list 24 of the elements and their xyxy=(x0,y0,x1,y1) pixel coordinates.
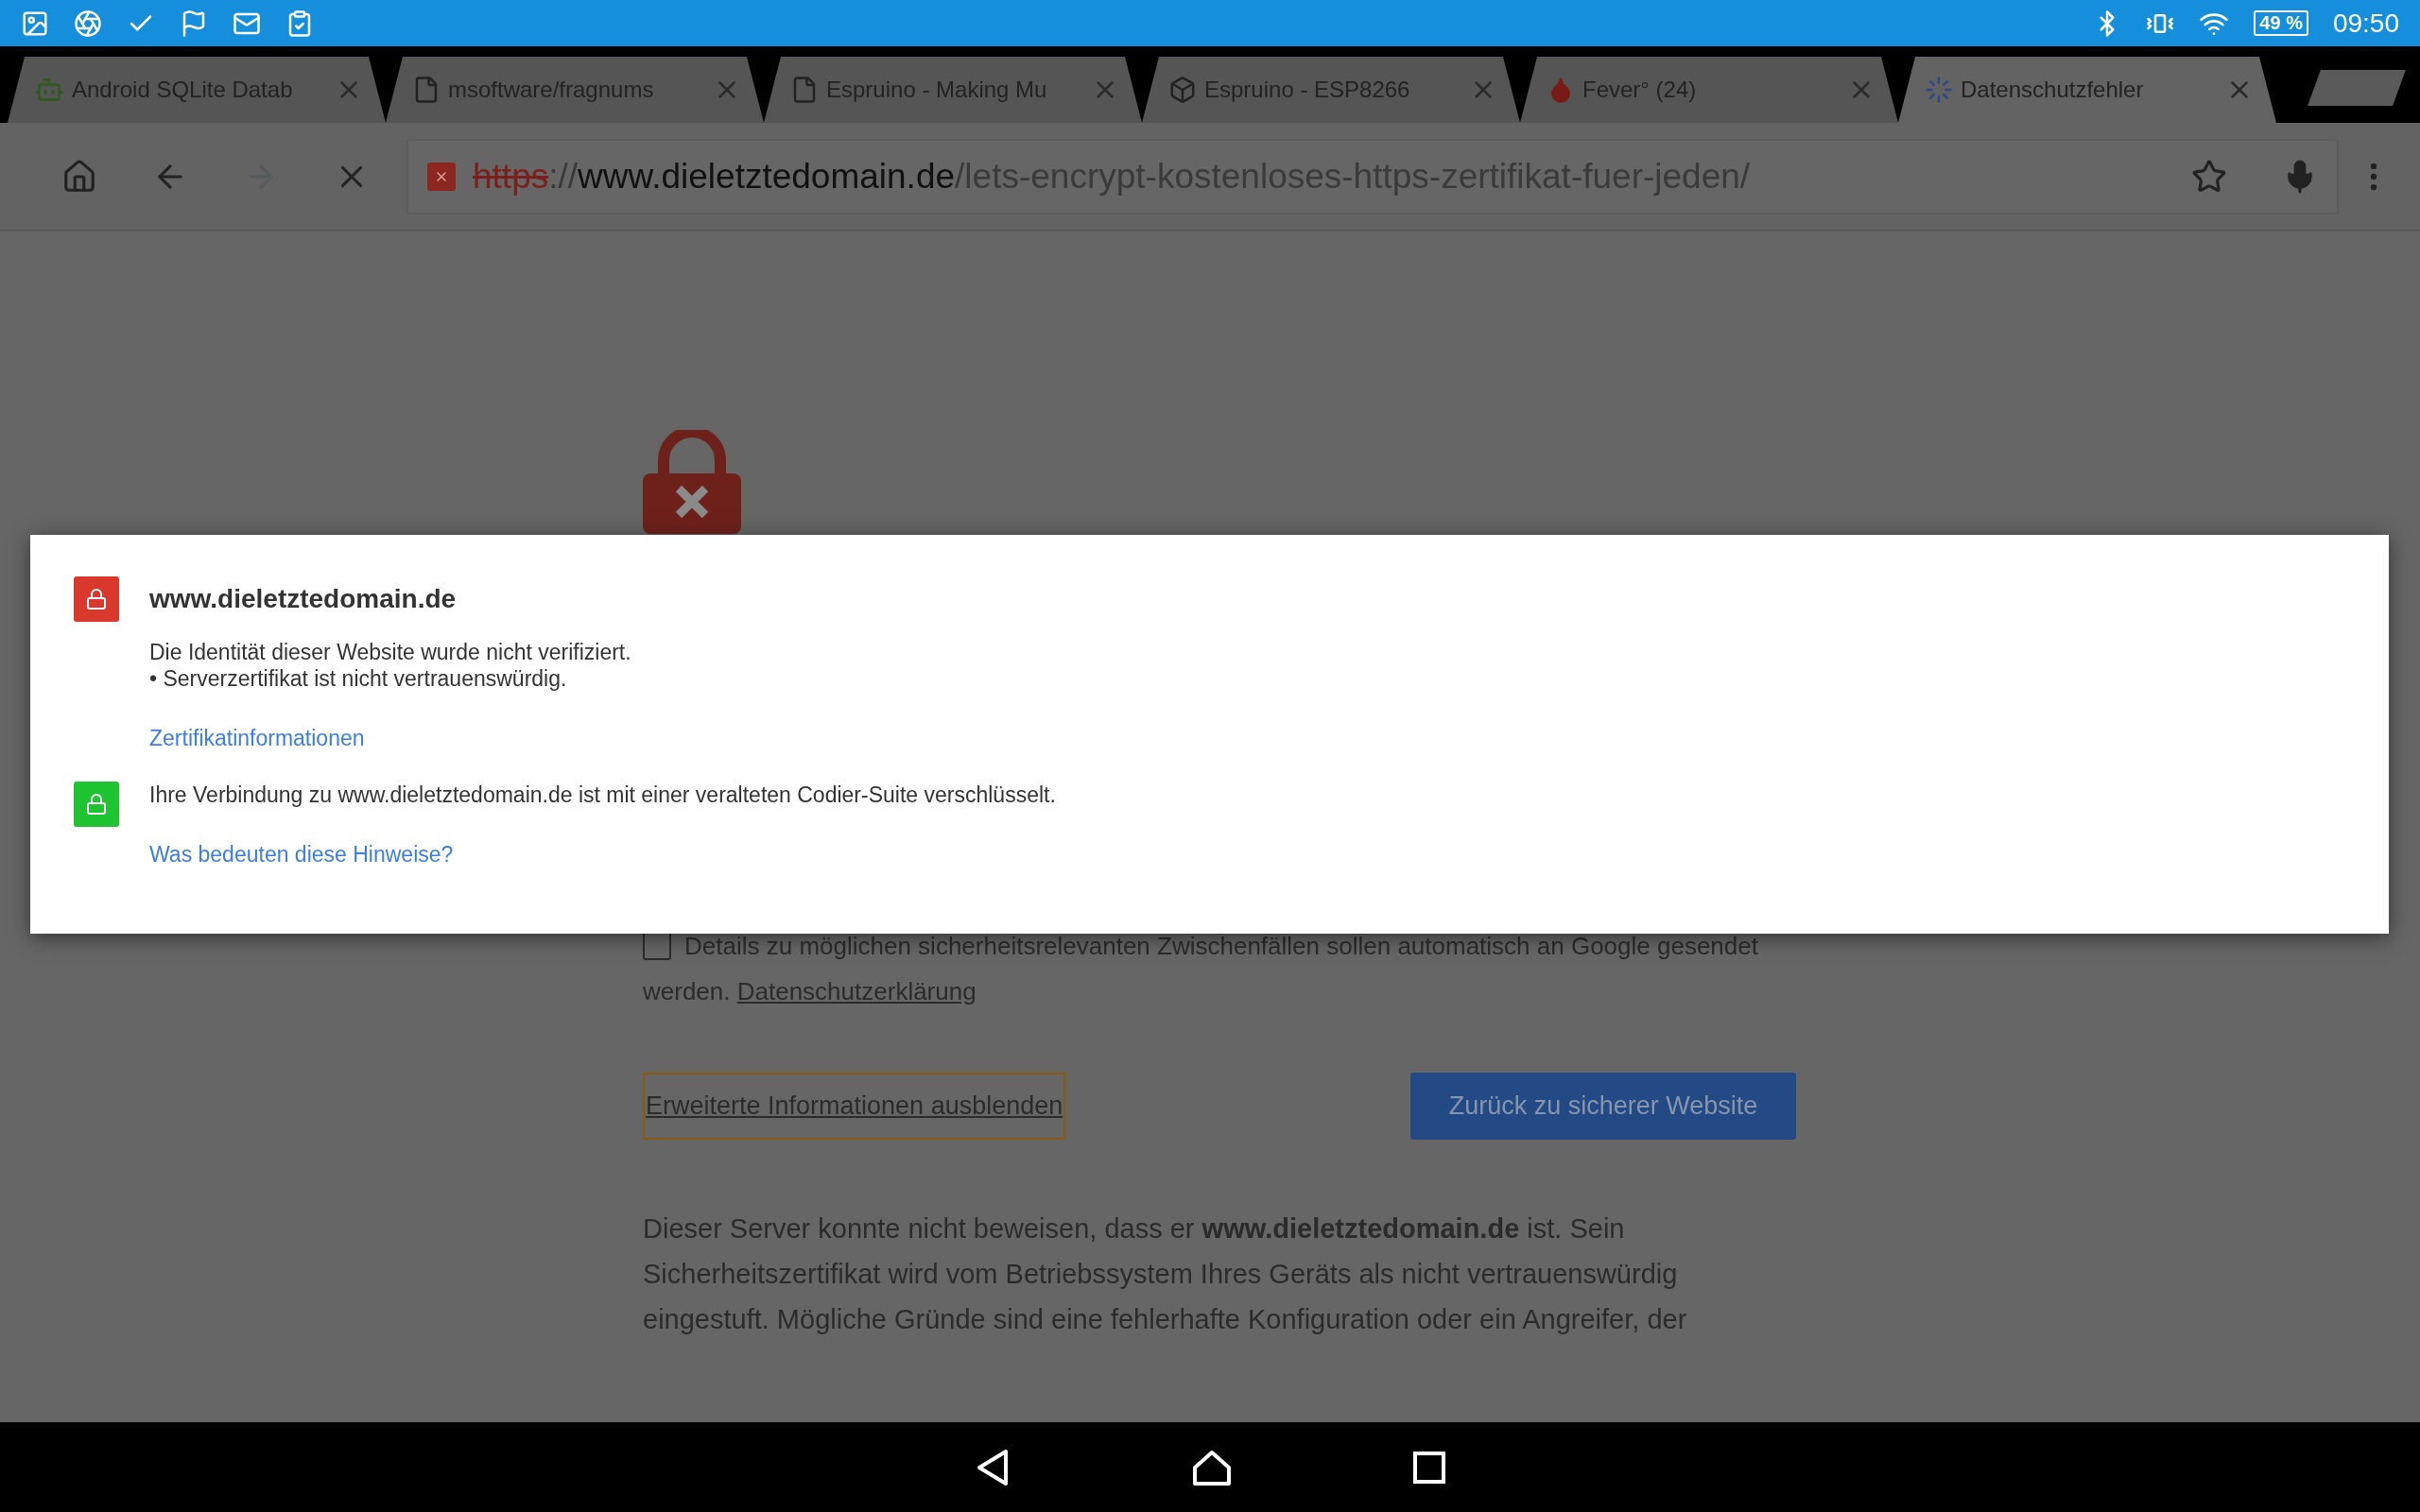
back-to-safety-button[interactable]: Zurück zu sicherer Website xyxy=(1410,1073,1796,1140)
lock-warning-icon xyxy=(427,162,456,191)
info-text: • Serverzertifikat ist nicht vertrauenswürdig. xyxy=(149,665,568,692)
clock-time: 09:50 xyxy=(2332,8,2399,39)
home-nav-icon[interactable] xyxy=(1191,1448,1233,1486)
info-link[interactable]: Zertifikatinformationen xyxy=(149,726,631,751)
info-link[interactable]: Was bedeuten diese Hinweise? xyxy=(149,842,1056,868)
tab-title: Datenschutzfehler xyxy=(1961,77,2145,103)
explanation-paragraph: Dieser Server konnte nicht beweisen, dass er www.dieletztedomain.de ist. Sein Sicherheitszertifikat wird vom Betriebssystem Ihres Geräts als nicht vertrauenswürdig eingestuft. Mögliche Gründe sind eine fehlerhafte Konfiguration oder ein Angreifer, der xyxy=(643,1212,1688,1336)
battery-level: 49 % xyxy=(2254,10,2308,36)
recents-nav-icon[interactable] xyxy=(1412,1450,1446,1485)
home-icon[interactable] xyxy=(61,158,97,195)
info-text: Die Identität dieser Website wurde nicht verifiziert. xyxy=(149,639,631,665)
loading-spinner-icon xyxy=(1925,76,1953,104)
hide-details-link[interactable]: Erweiterte Informationen ausblenden xyxy=(643,1073,1066,1140)
star-icon[interactable] xyxy=(2191,158,2227,195)
cube-icon xyxy=(1168,76,1197,104)
lock-warning-icon xyxy=(74,576,119,622)
info-text: Ihre Verbindung zu www.dieletztedomain.de ist mit einer veralteten Codier-Suite verschlüsselt. xyxy=(149,782,1056,808)
dialog-title: www.dieletztedomain.de xyxy=(149,584,457,614)
lock-icon xyxy=(74,782,119,827)
privacy-link[interactable]: Datenschutzerklärung xyxy=(736,977,977,1005)
lock-error-icon xyxy=(643,430,741,534)
browser-tab[interactable]: Datenschutzfehler xyxy=(1898,57,2276,123)
